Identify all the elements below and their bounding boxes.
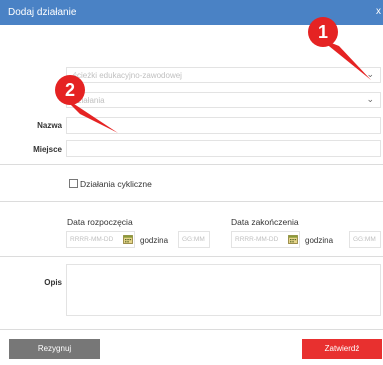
annotation-arrows <box>62 38 371 133</box>
annotation-badge-2: 2 <box>55 75 85 105</box>
annotation-badge-1: 1 <box>308 17 338 47</box>
